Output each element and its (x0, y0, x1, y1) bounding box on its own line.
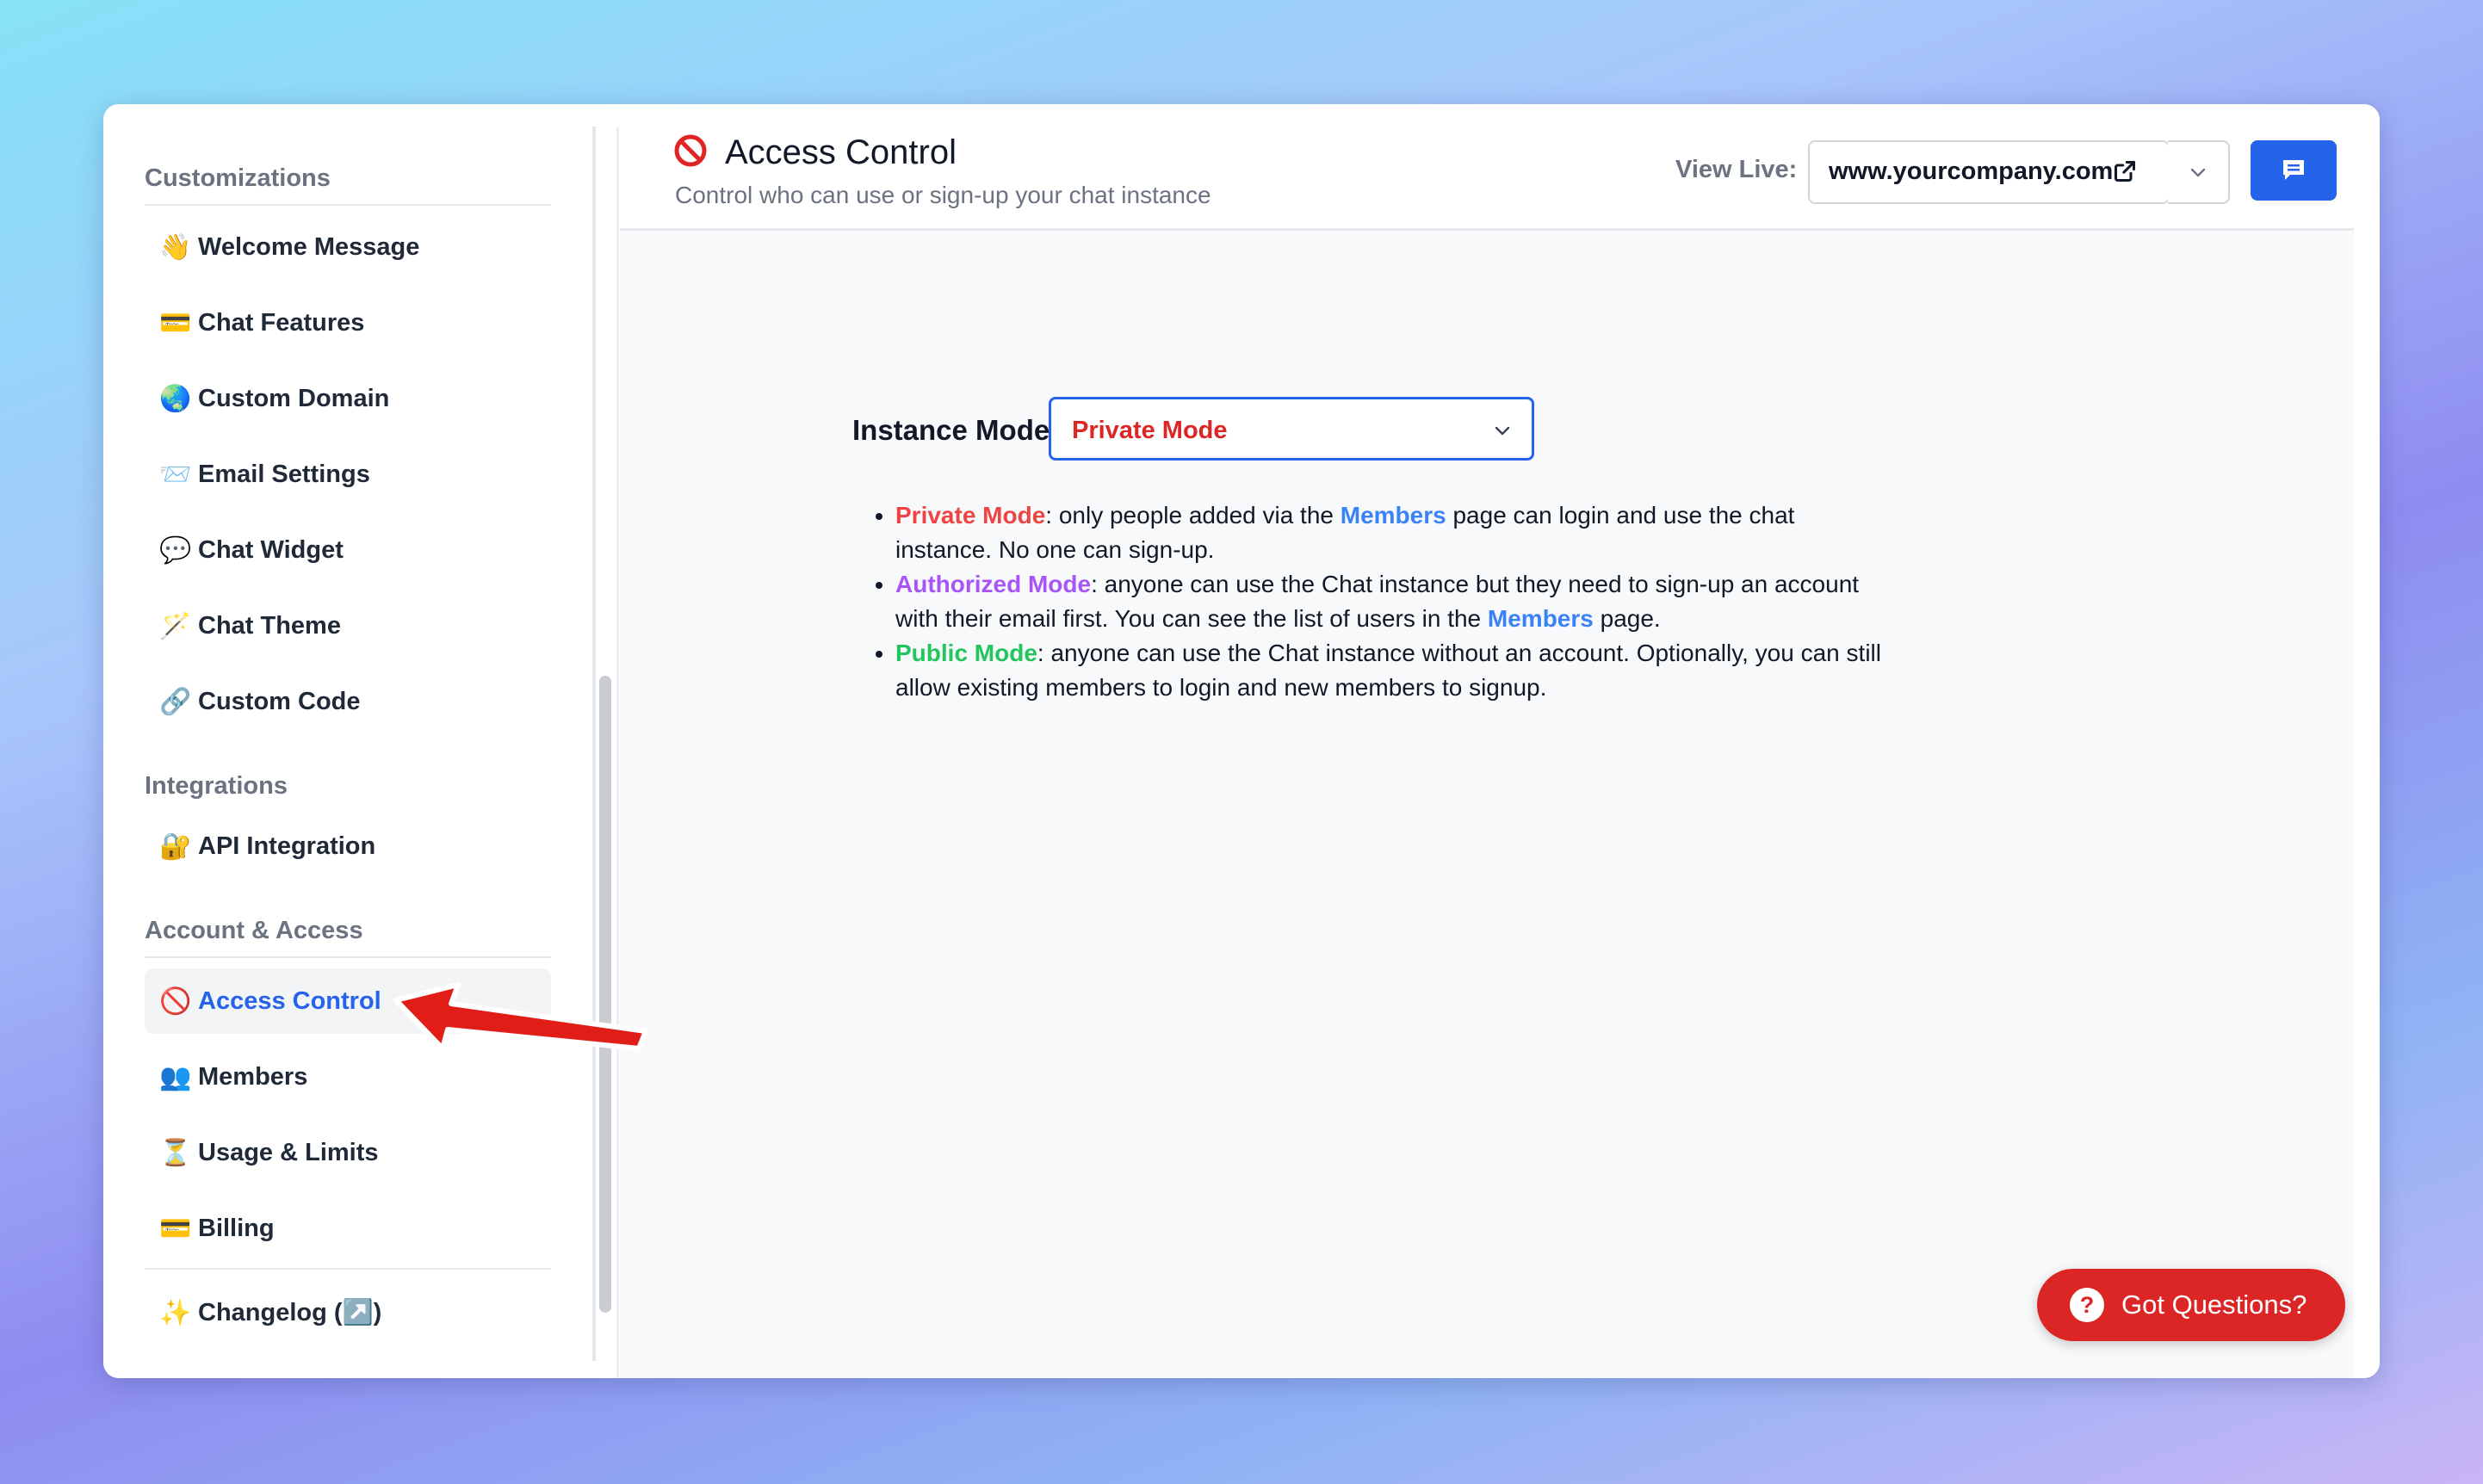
instance-mode-label: Instance Mode: (852, 414, 1060, 446)
sidebar-item-changelog[interactable]: ✨ Changelog (↗️) (145, 1280, 551, 1345)
sidebar-scrollbar-track[interactable] (592, 127, 596, 1361)
view-live-label: View Live: (1675, 156, 1798, 183)
authorized-mode-description: Authorized Mode: anyone can use the Chat… (895, 567, 1885, 636)
sidebar-item-label: Access Control (198, 986, 381, 1015)
speech-bubble-icon: 💬 (159, 535, 192, 565)
description-text: page. (1593, 605, 1661, 632)
instance-mode-select[interactable]: Private Mode (1049, 397, 1534, 461)
url-dropdown-toggle[interactable] (2168, 140, 2230, 204)
envelope-icon: 📨 (159, 460, 192, 489)
sidebar-item-usage-limits[interactable]: ⏳ Usage & Limits (145, 1120, 551, 1185)
waving-hand-icon: 👋 (159, 232, 192, 262)
section-heading-integrations: Integrations (145, 772, 288, 800)
sidebar-item-label: Chat Features (198, 308, 365, 337)
sidebar-item-label: Custom Code (198, 687, 361, 715)
sidebar: Customizations 👋 Welcome Message 💳 Chat … (103, 104, 592, 1378)
sidebar-item-label: Chat Theme (198, 611, 341, 640)
members-link[interactable]: Members (1488, 605, 1594, 632)
magic-wand-icon: 🪄 (159, 611, 192, 640)
page-header: Access Control Control who can use or si… (620, 127, 2354, 231)
sidebar-item-custom-code[interactable]: 🔗 Custom Code (145, 669, 551, 734)
hourglass-icon: ⏳ (159, 1138, 192, 1167)
globe-icon: 🌏 (159, 384, 192, 413)
view-live-url: www.yourcompany.com (1829, 158, 2114, 185)
prohibited-icon (674, 134, 707, 167)
sidebar-item-chat-widget[interactable]: 💬 Chat Widget (145, 517, 551, 583)
section-heading-account-access: Account & Access (145, 917, 363, 944)
members-link[interactable]: Members (1341, 502, 1446, 529)
view-live-url-button[interactable]: www.yourcompany.com (1808, 140, 2170, 204)
sidebar-item-label: Members (198, 1062, 308, 1091)
public-mode-description: Public Mode: anyone can use the Chat ins… (895, 636, 1885, 705)
sidebar-item-chat-theme[interactable]: 🪄 Chat Theme (145, 593, 551, 659)
panel-divider (616, 127, 619, 1378)
got-questions-label: Got Questions? (2121, 1289, 2307, 1320)
sidebar-item-label: Email Settings (198, 460, 370, 488)
section-heading-customizations: Customizations (145, 164, 331, 192)
got-questions-button[interactable]: ? Got Questions? (2037, 1269, 2345, 1341)
sidebar-item-billing[interactable]: 💳 Billing (145, 1196, 551, 1261)
instance-mode-value: Private Mode (1072, 417, 1228, 444)
section-divider (145, 956, 551, 958)
sidebar-item-label: Custom Domain (198, 384, 390, 412)
mode-descriptions: Private Mode: only people added via the … (870, 498, 1885, 705)
credit-card-icon: 💳 (159, 1214, 192, 1243)
sidebar-item-welcome-message[interactable]: 👋 Welcome Message (145, 214, 551, 280)
prohibited-icon: 🚫 (159, 986, 192, 1016)
sidebar-item-api-integration[interactable]: 🔐 API Integration (145, 813, 551, 879)
description-text: : only people added via the (1045, 502, 1341, 529)
lock-key-icon: 🔐 (159, 832, 192, 861)
sidebar-item-email-settings[interactable]: 📨 Email Settings (145, 442, 551, 507)
sparkles-icon: ✨ (159, 1298, 192, 1327)
chevron-down-icon (2190, 168, 2206, 177)
external-link-icon (2114, 160, 2136, 182)
chevron-down-icon (1495, 426, 1510, 436)
sidebar-item-label: Chat Widget (198, 535, 344, 564)
chat-bubble-icon (2283, 160, 2304, 180)
page-subtitle: Control who can use or sign-up your chat… (675, 182, 1211, 208)
sidebar-item-label: Billing (198, 1214, 275, 1242)
card-icon: 💳 (159, 308, 192, 337)
sidebar-item-chat-features[interactable]: 💳 Chat Features (145, 290, 551, 356)
annotation-arrow (393, 982, 648, 1051)
sidebar-item-label: Changelog (↗️) (198, 1299, 382, 1326)
people-icon: 👥 (159, 1062, 192, 1091)
section-divider (145, 1268, 551, 1270)
app-window: Customizations 👋 Welcome Message 💳 Chat … (103, 104, 2380, 1378)
authorized-mode-name: Authorized Mode (895, 571, 1092, 597)
page-title: Access Control (725, 133, 957, 171)
description-text: : anyone can use the Chat instance witho… (895, 640, 1881, 701)
sidebar-item-custom-domain[interactable]: 🌏 Custom Domain (145, 366, 551, 431)
sidebar-item-label: Welcome Message (198, 232, 420, 261)
sidebar-item-label: Usage & Limits (198, 1138, 379, 1166)
private-mode-description: Private Mode: only people added via the … (895, 498, 1885, 567)
open-chat-button[interactable] (2251, 140, 2337, 201)
section-divider (145, 204, 551, 206)
private-mode-name: Private Mode (895, 502, 1046, 529)
public-mode-name: Public Mode (895, 640, 1037, 666)
main-panel: Access Control Control who can use or si… (620, 127, 2354, 1378)
link-icon: 🔗 (159, 687, 192, 716)
sidebar-item-label: API Integration (198, 832, 376, 860)
question-mark-icon: ? (2070, 1288, 2104, 1322)
